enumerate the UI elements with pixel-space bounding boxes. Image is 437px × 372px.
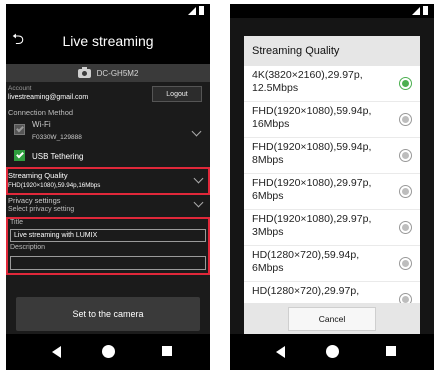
usb-tethering-label: USB Tethering: [32, 152, 84, 161]
quality-option[interactable]: FHD(1920×1080),59.94p, 16Mbps: [244, 102, 420, 138]
quality-option-label: FHD(1920×1080),59.94p, 8Mbps: [252, 141, 372, 166]
radio-unselected-icon[interactable]: [399, 185, 412, 198]
set-to-camera-button[interactable]: Set to the camera: [16, 297, 200, 331]
battery-icon: [423, 6, 428, 15]
radio-unselected-icon[interactable]: [399, 257, 412, 270]
app-header: ⮌ Live streaming: [6, 18, 210, 64]
recent-apps-icon[interactable]: [162, 346, 172, 356]
radio-selected-icon[interactable]: [399, 77, 412, 90]
quality-option[interactable]: FHD(1920×1080),29.97p, 6Mbps: [244, 174, 420, 210]
settings-list: Account livestreaming@gmail.com Logout C…: [6, 82, 210, 334]
privacy-settings-value[interactable]: Select privacy setting: [8, 206, 74, 213]
signal-icon: [188, 7, 196, 15]
radio-unselected-icon[interactable]: [399, 113, 412, 126]
connection-method-label: Connection Method: [8, 108, 74, 117]
privacy-settings-label: Privacy settings: [8, 196, 61, 205]
dialog-title: Streaming Quality: [244, 36, 420, 66]
quality-option-label: FHD(1920×1080),29.97p, 6Mbps: [252, 177, 372, 202]
quality-option[interactable]: 4K(3820×2160),29.97p, 12.5Mbps: [244, 66, 420, 102]
status-bar: [6, 4, 210, 18]
navigation-bar: [230, 334, 434, 370]
back-icon[interactable]: [276, 346, 285, 358]
usb-tethering-checkbox[interactable]: [14, 150, 25, 161]
camera-info-bar: DC-GH5M2: [6, 64, 210, 82]
quality-option[interactable]: HD(1280×720),59.94p, 6Mbps: [244, 246, 420, 282]
quality-option-label: HD(1280×720),29.97p,: [252, 285, 360, 297]
wifi-ssid: F0330W_129888: [32, 134, 82, 141]
recent-apps-icon[interactable]: [386, 346, 396, 356]
dialog-footer: Cancel: [244, 303, 420, 335]
radio-unselected-icon[interactable]: [399, 221, 412, 234]
streaming-quality-dialog: Streaming Quality 4K(3820×2160),29.97p, …: [244, 36, 420, 335]
battery-icon: [199, 6, 204, 15]
wifi-checkbox[interactable]: [14, 124, 25, 135]
navigation-bar: [6, 334, 210, 370]
quality-option-label: FHD(1920×1080),29.97p, 3Mbps: [252, 213, 372, 238]
chevron-down-icon[interactable]: [193, 197, 204, 208]
quality-option-label: 4K(3820×2160),29.97p, 12.5Mbps: [252, 69, 363, 94]
status-bar: [230, 4, 434, 18]
quality-option-label: FHD(1920×1080),59.94p, 16Mbps: [252, 105, 372, 130]
cancel-button[interactable]: Cancel: [288, 307, 376, 331]
camera-name: DC-GH5M2: [96, 68, 139, 78]
back-icon[interactable]: [52, 346, 61, 358]
account-value: livestreaming@gmail.com: [8, 94, 89, 101]
wifi-label: Wi-Fi: [32, 120, 51, 129]
radio-unselected-icon[interactable]: [399, 149, 412, 162]
page-title: Live streaming: [62, 33, 154, 49]
home-icon[interactable]: [102, 345, 115, 358]
signal-icon: [412, 7, 420, 15]
chevron-down-icon[interactable]: [191, 126, 202, 137]
logout-button[interactable]: Logout: [152, 86, 202, 102]
account-label: Account: [8, 85, 32, 92]
title-description-highlight-box: [6, 217, 210, 275]
quality-option-label: HD(1280×720),59.94p, 6Mbps: [252, 249, 360, 274]
home-icon[interactable]: [326, 345, 339, 358]
phone-screen-live-streaming: ⮌ Live streaming DC-GH5M2 Account livest…: [6, 4, 210, 370]
quality-option[interactable]: FHD(1920×1080),59.94p, 8Mbps: [244, 138, 420, 174]
phone-screen-quality-dialog: Streaming Quality 4K(3820×2160),29.97p, …: [230, 4, 434, 370]
camera-icon: [77, 66, 91, 78]
quality-highlight-box: [6, 167, 210, 195]
quality-option[interactable]: FHD(1920×1080),29.97p, 3Mbps: [244, 210, 420, 246]
